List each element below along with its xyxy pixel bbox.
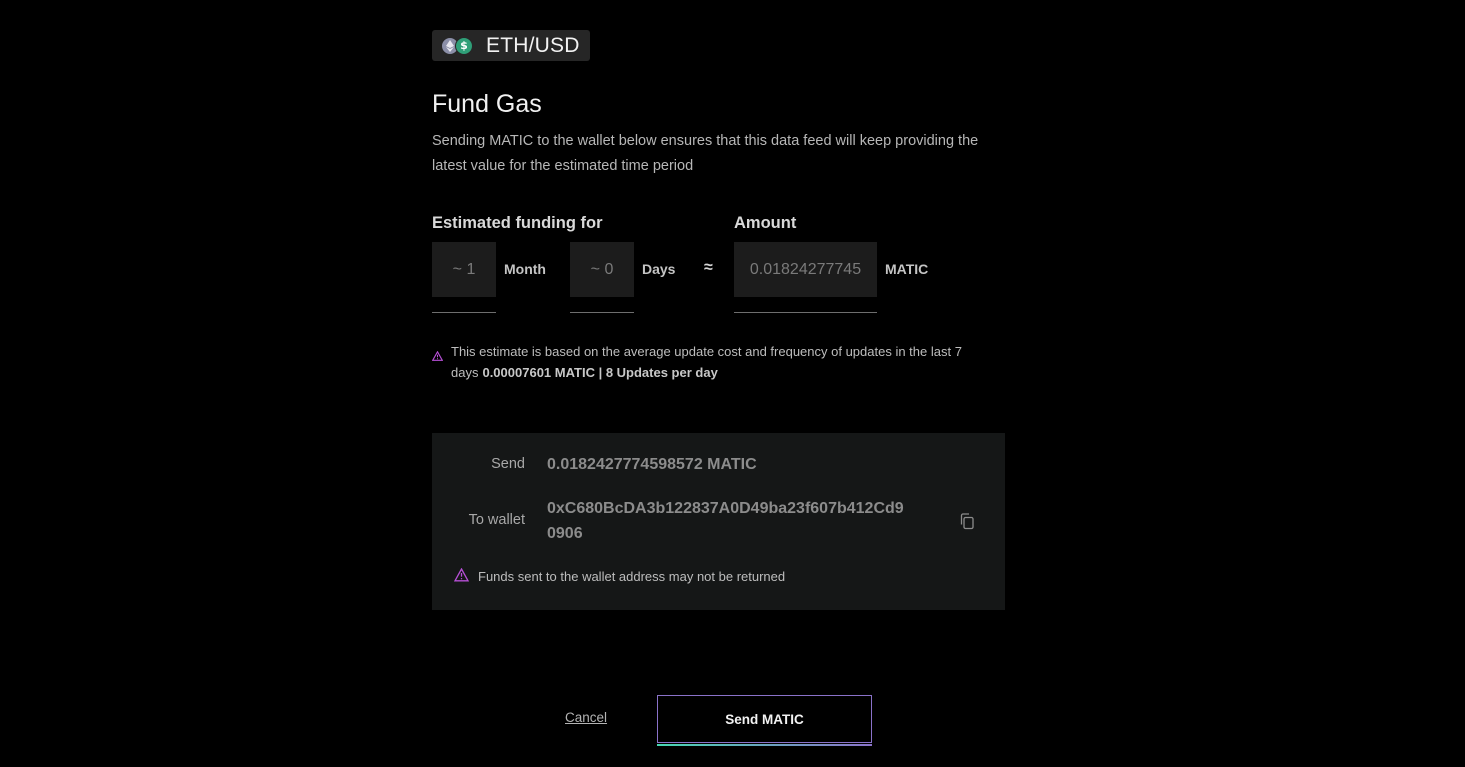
wallet-address: 0xC680BcDA3b122837A0D49ba23f607b412Cd9 0… xyxy=(547,496,947,546)
send-summary-box: Send 0.0182427774598572 MATIC To wallet … xyxy=(432,433,1005,610)
cancel-button[interactable]: Cancel xyxy=(565,710,607,725)
copy-icon[interactable] xyxy=(958,512,976,535)
pair-badge: $ ETH/USD xyxy=(432,30,590,61)
days-input-underline xyxy=(570,312,634,313)
months-input-underline xyxy=(432,312,496,313)
send-label: Send xyxy=(491,456,525,472)
warning-icon xyxy=(431,346,444,367)
approx-symbol: ≈ xyxy=(704,259,713,276)
estimate-note-stats: 0.00007601 MATIC | 8 Updates per day xyxy=(482,365,718,380)
fund-gas-page: $ ETH/USD Fund Gas Sending MATIC to the … xyxy=(0,0,1465,767)
amount-label: Amount xyxy=(734,214,797,232)
amount-unit: MATIC xyxy=(885,261,929,277)
funds-warning: Funds sent to the wallet address may not… xyxy=(453,567,786,585)
funding-estimator: Estimated funding for Amount ~ 1 Month ~… xyxy=(432,214,1005,334)
days-unit: Days xyxy=(642,261,676,277)
warning-icon xyxy=(453,567,470,585)
funding-label: Estimated funding for xyxy=(432,214,603,232)
days-input[interactable]: ~ 0 xyxy=(570,242,634,297)
fund-gas-panel: $ ETH/USD Fund Gas Sending MATIC to the … xyxy=(431,30,1005,610)
page-title: Fund Gas xyxy=(432,90,542,118)
amount-input-underline xyxy=(734,312,877,313)
wallet-address-line-1: 0xC680BcDA3b122837A0D49ba23f607b412Cd9 xyxy=(547,500,904,517)
wallet-address-line-2: 0906 xyxy=(547,525,583,542)
amount-input[interactable]: 0.01824277745 xyxy=(734,242,877,297)
pair-label: ETH/USD xyxy=(486,33,580,57)
wallet-label: To wallet xyxy=(468,512,525,528)
funds-warning-text: Funds sent to the wallet address may not… xyxy=(478,569,786,584)
pair-icons: $ xyxy=(441,36,474,55)
page-description: Sending MATIC to the wallet below ensure… xyxy=(432,133,979,174)
send-matic-button[interactable]: Send MATIC xyxy=(657,695,872,743)
send-button-accent xyxy=(657,744,872,746)
send-amount: 0.0182427774598572 MATIC xyxy=(547,456,757,473)
months-unit: Month xyxy=(504,261,546,277)
months-input[interactable]: ~ 1 xyxy=(432,242,496,297)
estimate-note: This estimate is based on the average up… xyxy=(431,341,1005,383)
usd-coin-icon: $ xyxy=(455,36,473,55)
